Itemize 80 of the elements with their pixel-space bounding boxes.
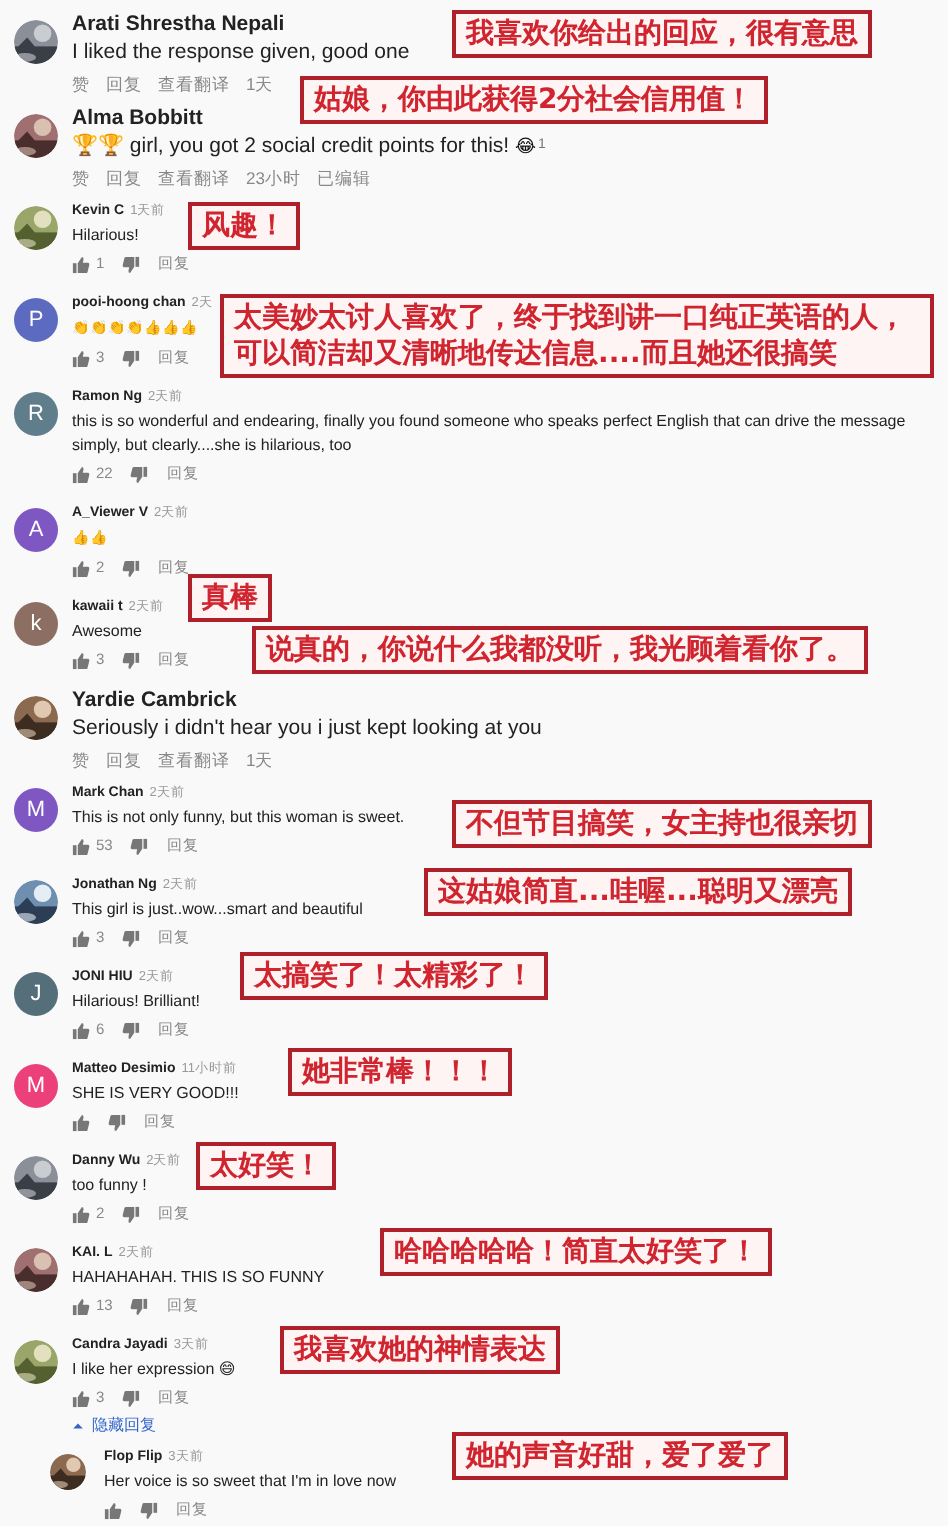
comment-text: I liked the response given, good one	[72, 40, 410, 64]
annotation-note: 她非常棒！！！	[288, 1048, 512, 1096]
author-name[interactable]: Yardie Cambrick	[72, 688, 237, 714]
thumb-down-icon[interactable]	[122, 651, 141, 669]
thumb-down-icon[interactable]	[122, 929, 141, 947]
thumb-up-icon[interactable]	[72, 559, 90, 577]
comment-text: This is not only funny, but this woman is sweet.	[72, 808, 405, 826]
thumb-up-icon[interactable]	[72, 651, 90, 669]
comment-text: 🏆🏆 girl, you got 2 social credit points for this!	[72, 134, 510, 158]
annotation-note: 我喜欢她的神情表达	[280, 1326, 560, 1374]
translate-button[interactable]: 查看翻译	[158, 744, 230, 776]
avatar[interactable]: J	[14, 972, 58, 1016]
caret-icon	[72, 1420, 84, 1432]
thumb-down-icon[interactable]	[122, 1205, 141, 1223]
reaction-emoji: 😂	[515, 134, 537, 158]
thumb-up-icon[interactable]	[72, 1021, 90, 1039]
thumb-down-icon[interactable]	[108, 1113, 126, 1131]
annotation-note: 不但节目搞笑，女主持也很亲切	[452, 800, 872, 848]
thumb-up-icon[interactable]	[72, 837, 90, 855]
thumb-down-icon[interactable]	[122, 1021, 141, 1039]
comment-time: 1天	[246, 748, 274, 774]
annotation-note: 哈哈哈哈哈！简直太好笑了！	[380, 1228, 772, 1276]
thumb-up-icon[interactable]	[104, 1501, 122, 1519]
reply-button[interactable]: 回复	[106, 744, 142, 776]
translate-button[interactable]: 查看翻译	[158, 68, 230, 100]
comment-text: I like her expression 😄	[72, 1360, 236, 1378]
comment-text: Awesome	[72, 622, 142, 640]
thumb-up-icon[interactable]	[72, 1389, 90, 1407]
comment-time: 23小时	[246, 166, 301, 192]
comment-text: Hilarious!	[72, 226, 139, 244]
comment-text: Seriously i didn't hear you i just kept looking at you	[72, 716, 542, 740]
thumb-down-icon[interactable]	[130, 1297, 149, 1315]
annotation-note: 太搞笑了！太精彩了！	[240, 952, 548, 1000]
comment-text: too funny !	[72, 1176, 147, 1194]
annotation-note: 她的声音好甜，爱了爱了	[452, 1432, 788, 1480]
annotation-note: 姑娘，你由此获得2分社会信用值！	[300, 76, 768, 124]
thumb-up-icon[interactable]	[72, 1113, 90, 1131]
annotation-note: 说真的，你说什么我都没听，我光顾着看你了。	[252, 626, 868, 674]
thumb-up-icon[interactable]	[72, 1205, 90, 1223]
thumb-down-icon[interactable]	[122, 1389, 141, 1407]
annotation-note: 我喜欢你给出的回应，很有意思	[452, 10, 872, 58]
author-name[interactable]: Arati Shrestha Nepali	[72, 12, 285, 38]
reply-button[interactable]: 回复	[106, 162, 142, 194]
comment-text: Her voice is so sweet that I'm in love now	[104, 1472, 397, 1490]
thumb-down-icon[interactable]	[122, 349, 141, 367]
annotation-note: 这姑娘简直...哇喔...聪明又漂亮	[424, 868, 852, 916]
annotation-note: 风趣！	[188, 202, 300, 250]
annotation-note: 真棒	[188, 574, 272, 622]
comment-time: 1天	[246, 72, 274, 98]
like-button[interactable]: 赞	[72, 162, 90, 194]
edited-label: 已编辑	[316, 166, 371, 192]
comment-text: HAHAHAHAH. THIS IS SO FUNNY	[72, 1268, 325, 1286]
author-name[interactable]: Alma Bobbitt	[72, 106, 203, 132]
comment-text: SHE IS VERY GOOD!!!	[72, 1084, 239, 1102]
avatar[interactable]: R	[14, 392, 58, 436]
comment-text: this is so wonderful and endearing, finally you found someone who speaks perfect English that can drive the message simply, but clearly....she is hilarious, too	[72, 412, 906, 454]
avatar[interactable]: M	[14, 788, 58, 832]
thumb-up-icon[interactable]	[72, 255, 90, 273]
reply-button[interactable]: 回复	[106, 68, 142, 100]
avatar[interactable]: M	[14, 1064, 58, 1108]
thumb-up-icon[interactable]	[72, 929, 90, 947]
translate-button[interactable]: 查看翻译	[158, 162, 230, 194]
avatar[interactable]: k	[14, 602, 58, 646]
thumb-down-icon[interactable]	[122, 255, 141, 273]
comment-text: This girl is just..wow...smart and beautiful	[72, 900, 363, 918]
avatar[interactable]: P	[14, 298, 58, 342]
thumb-down-icon[interactable]	[130, 837, 149, 855]
thumb-down-icon[interactable]	[122, 559, 141, 577]
thumb-down-icon[interactable]	[130, 465, 149, 483]
thumb-down-icon[interactable]	[140, 1501, 158, 1519]
thumb-up-icon[interactable]	[72, 465, 90, 483]
annotation-note: 太美妙太讨人喜欢了，终于找到讲一口纯正英语的人，可以简洁却又清晰地传达信息....而且她还很搞笑	[220, 294, 934, 378]
avatar[interactable]: A	[14, 508, 58, 552]
thumb-up-icon[interactable]	[72, 349, 90, 367]
like-button[interactable]: 赞	[72, 68, 90, 100]
annotation-note: 太好笑！	[196, 1142, 336, 1190]
hide-replies-button[interactable]: 隐藏回复	[72, 1414, 948, 1438]
thumb-up-icon[interactable]	[72, 1297, 90, 1315]
comment-text: Hilarious! Brilliant!	[72, 992, 201, 1010]
like-button[interactable]: 赞	[72, 744, 90, 776]
